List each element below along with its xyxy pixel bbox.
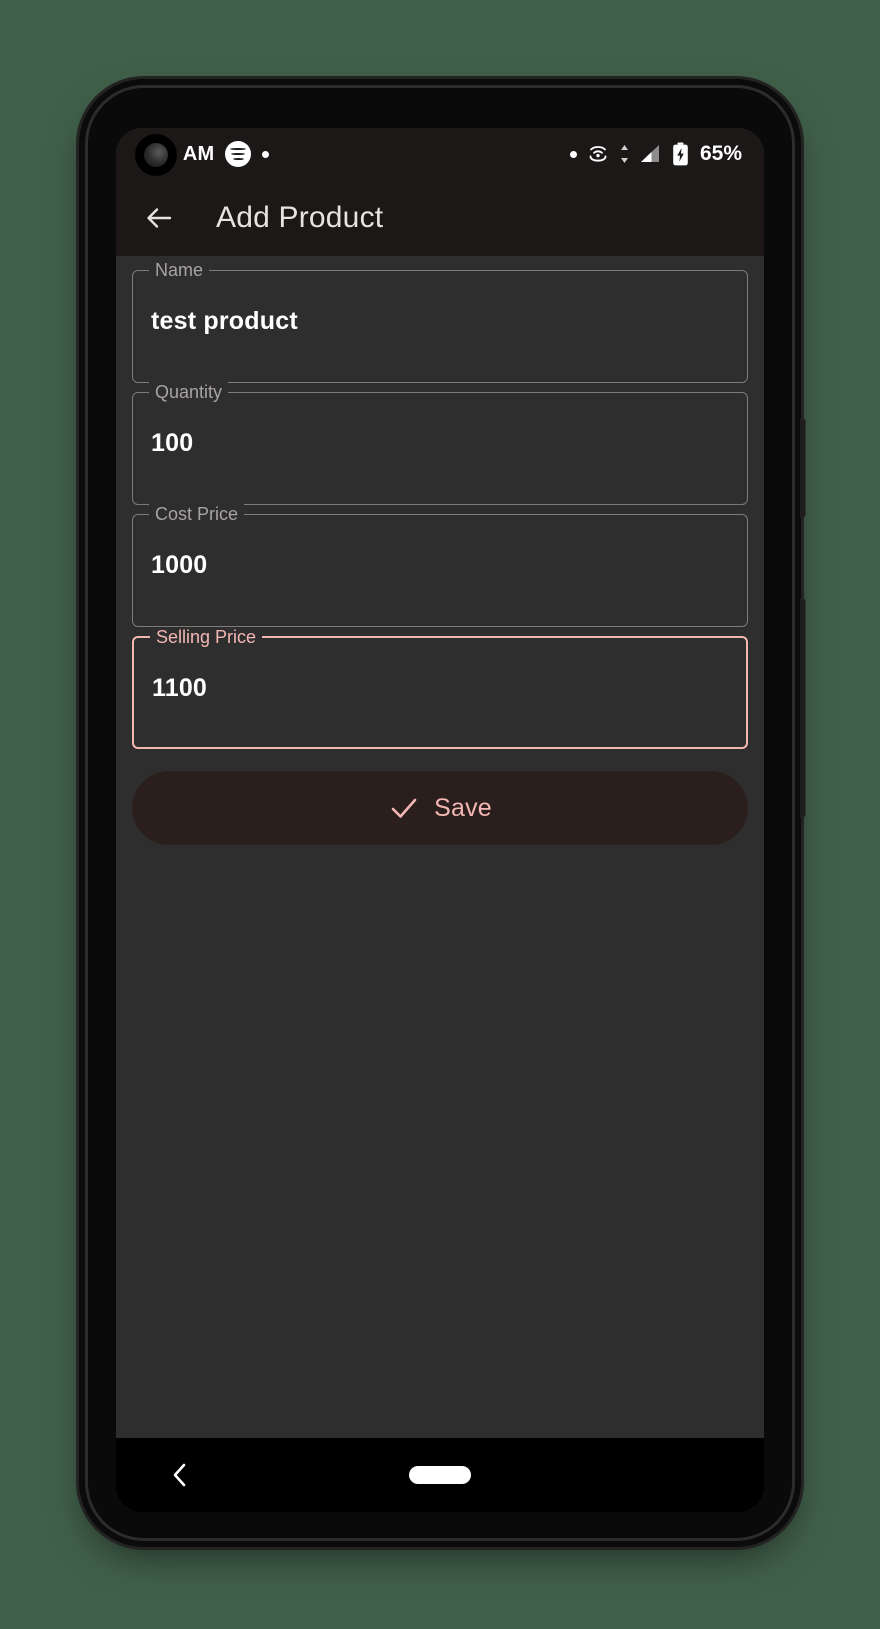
chevron-left-icon[interactable] [168,1461,192,1489]
phone-device-frame: ) AM 65% Add Product Name test product Q… [88,88,806,1538]
notification-dot-icon [262,150,270,158]
field-value-quantity: 100 [151,429,194,457]
page-title: Add Product [216,201,384,234]
add-product-form: Name test product Quantity 100 Cost Pric… [116,256,764,1498]
text-field-quantity[interactable]: Quantity 100 [132,382,748,505]
status-dot-icon [569,150,577,158]
back-arrow-icon[interactable] [142,201,176,235]
text-field-selling-price[interactable]: Selling Price 1100 [132,627,748,749]
volume-button[interactable] [800,598,806,818]
field-value-name: test product [151,307,298,335]
status-bar-left: ) AM [171,141,270,167]
save-button[interactable]: Save [132,771,748,845]
field-label-cost-price: Cost Price [149,504,245,524]
spotify-icon [225,141,252,167]
status-bar: ) AM 65% [116,128,764,180]
battery-percentage-label: 65% [699,142,742,165]
front-camera-punch-hole [135,134,177,176]
status-bar-right: 65% [569,142,742,166]
text-field-name[interactable]: Name test product [132,260,748,383]
up-down-arrows-icon [620,145,628,163]
home-pill-indicator[interactable] [409,1466,471,1484]
field-label-name: Name [149,260,210,280]
wifi-calling-icon [589,146,607,162]
power-button[interactable] [800,418,806,518]
field-value-cost-price: 1000 [151,551,208,579]
app-bar: Add Product [116,180,764,256]
signal-bars-icon [640,145,659,162]
field-label-selling-price: Selling Price [150,627,263,647]
field-value-selling-price: 1100 [152,674,208,702]
status-bar-clock: ) AM [171,142,215,165]
phone-screen: ) AM 65% Add Product Name test product Q… [116,128,764,1498]
system-navigation-bar [116,1438,764,1512]
check-icon [391,798,417,818]
text-field-cost-price[interactable]: Cost Price 1000 [132,504,748,627]
save-button-label: Save [434,793,492,822]
field-label-quantity: Quantity [149,382,229,402]
battery-charging-icon [673,142,688,166]
